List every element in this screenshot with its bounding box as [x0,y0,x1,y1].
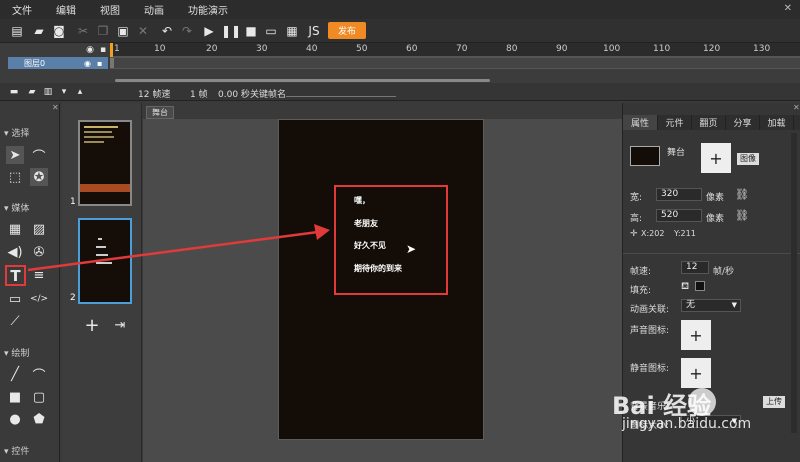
height-label: 高: [630,214,643,224]
watermark-url: jingyan.baidu.com [622,416,752,432]
x-coordinate: X:202 [641,229,665,238]
stage-preview-thumb [630,146,660,166]
stage-label: 舞台 [667,148,686,158]
panel-close-icon[interactable]: ✕ [793,103,800,112]
height-input[interactable]: 520 [656,209,702,222]
baidu-paw-icon [688,388,716,416]
chevron-down-icon: ▼ [731,301,737,309]
properties-tabs: 属性 元件 翻页 分享 加载 [623,115,800,130]
anim-link-select[interactable]: 无 ▼ [681,299,741,312]
framerate-unit: 帧/秒 [713,267,735,277]
anim-link-value: 无 [686,300,696,310]
width-input[interactable]: 320 [656,188,702,201]
add-image-button[interactable]: + [701,143,731,173]
move-icon: ✛ [630,229,638,239]
tab-properties[interactable]: 属性 [623,115,658,130]
width-label: 宽: [630,193,643,203]
anim-link-label: 动画关联: [630,305,670,315]
add-mute-icon-button[interactable]: + [681,358,711,388]
mute-icon-label: 静音图标: [630,364,670,374]
sound-icon-label: 声音图标: [630,326,670,336]
image-button[interactable]: 图像 [737,153,759,165]
tab-loading[interactable]: 加载 [760,115,794,130]
watermark: Bai 经验 jingyan.baidu.com [608,386,800,462]
height-unit: 像素 [706,214,725,224]
add-sound-icon-button[interactable]: + [681,320,711,350]
tab-components[interactable]: 元件 [658,115,692,130]
paint-bucket-icon[interactable]: ⛾ [681,281,689,294]
fill-label: 填充: [630,286,652,296]
divider [623,253,800,254]
fill-color-swatch[interactable] [695,281,705,291]
framerate-label: 帧速: [630,267,652,277]
width-unit: 像素 [706,193,725,203]
tab-share[interactable]: 分享 [726,115,760,130]
link-icon[interactable]: ⛓ [735,188,749,201]
framerate-input[interactable]: 12 [681,261,709,274]
tab-pageflip[interactable]: 翻页 [692,115,726,130]
y-coordinate: Y:211 [674,229,696,238]
link-icon[interactable]: ⛓ [735,209,749,222]
